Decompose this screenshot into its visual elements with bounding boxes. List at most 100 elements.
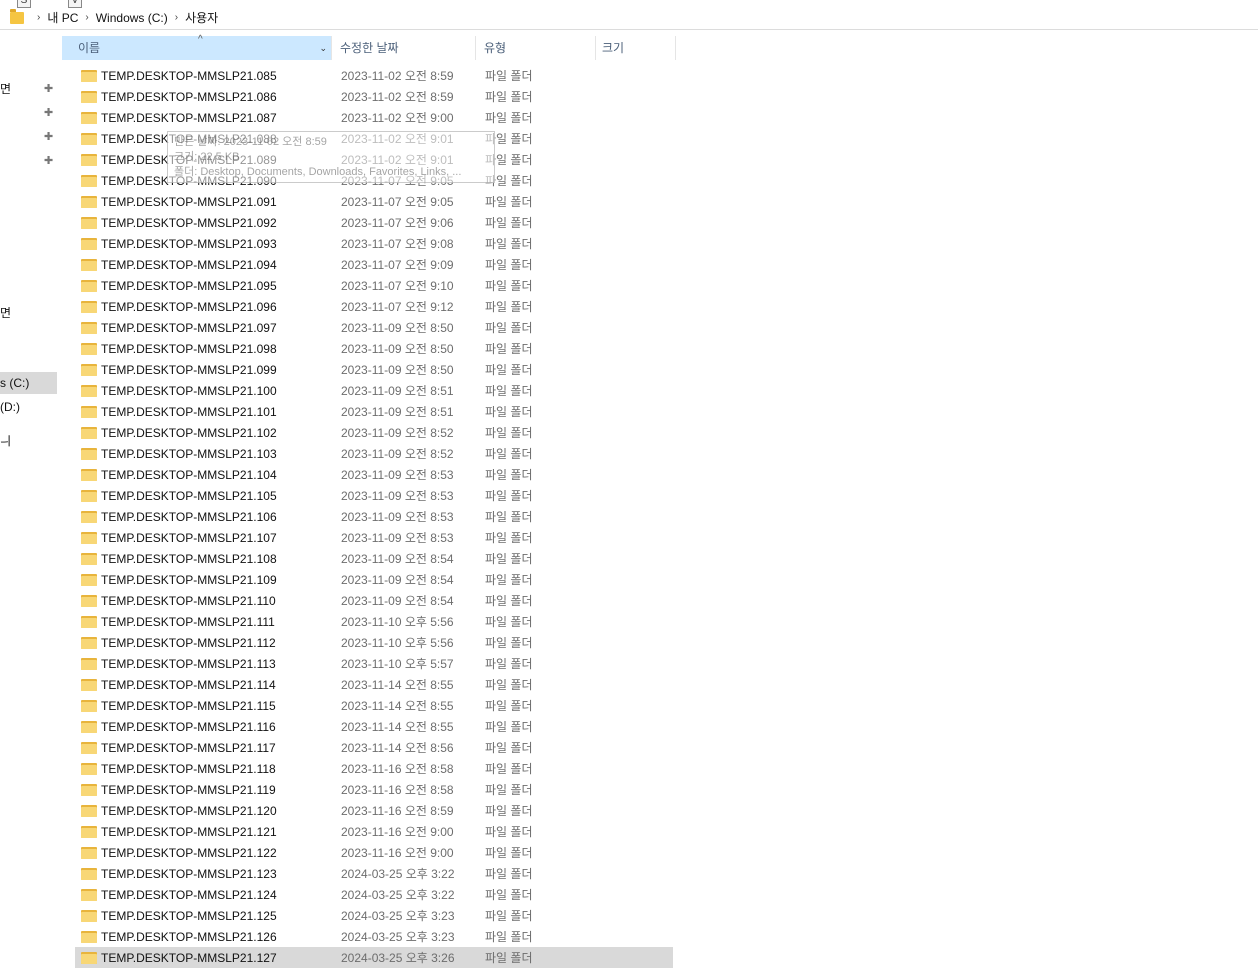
table-row[interactable]: TEMP.DESKTOP-MMSLP21.105 2023-11-09 오전 8:… bbox=[75, 485, 675, 506]
table-row[interactable]: TEMP.DESKTOP-MMSLP21.100 2023-11-09 오전 8:… bbox=[75, 380, 675, 401]
column-header-name[interactable]: ^ 이름 ⌄ bbox=[62, 34, 332, 60]
nav-item-drive-d[interactable]: (D:) bbox=[0, 400, 20, 414]
table-row[interactable]: TEMP.DESKTOP-MMSLP21.086 2023-11-02 오전 8:… bbox=[75, 86, 675, 107]
table-row[interactable]: TEMP.DESKTOP-MMSLP21.103 2023-11-09 오전 8:… bbox=[75, 443, 675, 464]
table-row[interactable]: TEMP.DESKTOP-MMSLP21.101 2023-11-09 오전 8:… bbox=[75, 401, 675, 422]
address-bar[interactable]: › 내 PC › Windows (C:) › 사용자 bbox=[0, 6, 1258, 30]
table-row[interactable]: TEMP.DESKTOP-MMSLP21.094 2023-11-07 오전 9:… bbox=[75, 254, 675, 275]
table-row[interactable]: TEMP.DESKTOP-MMSLP21.117 2023-11-14 오전 8:… bbox=[75, 737, 675, 758]
table-row[interactable]: TEMP.DESKTOP-MMSLP21.097 2023-11-09 오전 8:… bbox=[75, 317, 675, 338]
chevron-right-icon[interactable]: › bbox=[85, 12, 88, 23]
folder-icon bbox=[81, 573, 97, 586]
folder-icon bbox=[81, 258, 97, 271]
table-row[interactable]: TEMP.DESKTOP-MMSLP21.123 2024-03-25 오후 3:… bbox=[75, 863, 675, 884]
table-row[interactable]: TEMP.DESKTOP-MMSLP21.087 2023-11-02 오전 9:… bbox=[75, 107, 675, 128]
column-header-type[interactable]: 유형 bbox=[476, 36, 596, 60]
file-date: 2023-11-09 오전 8:54 bbox=[341, 594, 454, 608]
column-header-date[interactable]: 수정한 날짜 bbox=[332, 36, 476, 60]
file-name: TEMP.DESKTOP-MMSLP21.121 bbox=[101, 824, 277, 839]
table-row[interactable]: TEMP.DESKTOP-MMSLP21.114 2023-11-14 오전 8:… bbox=[75, 674, 675, 695]
file-date: 2023-11-07 오전 9:12 bbox=[341, 300, 454, 314]
folder-icon bbox=[81, 552, 97, 565]
file-type: 파일 폴더 bbox=[485, 636, 533, 650]
file-name: TEMP.DESKTOP-MMSLP21.085 bbox=[101, 68, 277, 83]
table-row[interactable]: TEMP.DESKTOP-MMSLP21.116 2023-11-14 오전 8:… bbox=[75, 716, 675, 737]
table-row[interactable]: TEMP.DESKTOP-MMSLP21.093 2023-11-07 오전 9:… bbox=[75, 233, 675, 254]
pin-icon[interactable]: ✚ bbox=[44, 106, 53, 119]
nav-item-network[interactable]: ㅢ bbox=[0, 432, 11, 449]
table-row[interactable]: TEMP.DESKTOP-MMSLP21.085 2023-11-02 오전 8:… bbox=[75, 65, 675, 86]
breadcrumb-users[interactable]: 사용자 bbox=[185, 9, 218, 26]
table-row[interactable]: TEMP.DESKTOP-MMSLP21.127 2024-03-25 오후 3:… bbox=[75, 947, 673, 968]
chevron-right-icon[interactable]: › bbox=[37, 12, 40, 23]
file-type: 파일 폴더 bbox=[485, 867, 533, 881]
column-type-label: 유형 bbox=[484, 41, 507, 55]
pin-icon[interactable]: ✚ bbox=[44, 130, 53, 143]
table-row[interactable]: TEMP.DESKTOP-MMSLP21.092 2023-11-07 오전 9:… bbox=[75, 212, 675, 233]
folder-icon bbox=[81, 216, 97, 229]
table-row[interactable]: TEMP.DESKTOP-MMSLP21.096 2023-11-07 오전 9:… bbox=[75, 296, 675, 317]
file-name: TEMP.DESKTOP-MMSLP21.124 bbox=[101, 887, 277, 902]
table-row[interactable]: TEMP.DESKTOP-MMSLP21.119 2023-11-16 오전 8:… bbox=[75, 779, 675, 800]
table-row[interactable]: TEMP.DESKTOP-MMSLP21.104 2023-11-09 오전 8:… bbox=[75, 464, 675, 485]
table-row[interactable]: TEMP.DESKTOP-MMSLP21.115 2023-11-14 오전 8:… bbox=[75, 695, 675, 716]
file-date: 2023-11-09 오전 8:54 bbox=[341, 573, 454, 587]
folder-icon bbox=[81, 468, 97, 481]
table-row[interactable]: TEMP.DESKTOP-MMSLP21.113 2023-11-10 오후 5:… bbox=[75, 653, 675, 674]
folder-icon bbox=[81, 846, 97, 859]
table-row[interactable]: TEMP.DESKTOP-MMSLP21.095 2023-11-07 오전 9:… bbox=[75, 275, 675, 296]
nav-item-quick-1[interactable]: 면 bbox=[0, 80, 11, 97]
chevron-right-icon[interactable]: › bbox=[175, 12, 178, 23]
file-name: TEMP.DESKTOP-MMSLP21.119 bbox=[101, 782, 276, 797]
file-name: TEMP.DESKTOP-MMSLP21.108 bbox=[101, 551, 277, 566]
folder-icon bbox=[81, 699, 97, 712]
file-type: 파일 폴더 bbox=[485, 762, 533, 776]
file-date: 2023-11-16 오전 9:00 bbox=[341, 825, 454, 839]
folder-icon bbox=[81, 930, 97, 943]
file-date: 2023-11-14 오전 8:56 bbox=[341, 741, 454, 755]
table-row[interactable]: TEMP.DESKTOP-MMSLP21.121 2023-11-16 오전 9:… bbox=[75, 821, 675, 842]
pin-icon[interactable]: ✚ bbox=[44, 154, 53, 167]
table-row[interactable]: TEMP.DESKTOP-MMSLP21.124 2024-03-25 오후 3:… bbox=[75, 884, 675, 905]
folder-icon bbox=[81, 447, 97, 460]
file-type: 파일 폴더 bbox=[485, 405, 533, 419]
file-type: 파일 폴더 bbox=[485, 195, 533, 209]
nav-item-drive-c[interactable]: s (C:) bbox=[0, 372, 57, 394]
file-type: 파일 폴더 bbox=[485, 153, 533, 167]
column-header-size[interactable]: 크기 bbox=[596, 36, 676, 60]
table-row[interactable]: TEMP.DESKTOP-MMSLP21.122 2023-11-16 오전 9:… bbox=[75, 842, 675, 863]
file-name: TEMP.DESKTOP-MMSLP21.115 bbox=[101, 698, 276, 713]
file-name: TEMP.DESKTOP-MMSLP21.087 bbox=[101, 110, 277, 125]
table-row[interactable]: TEMP.DESKTOP-MMSLP21.109 2023-11-09 오전 8:… bbox=[75, 569, 675, 590]
table-row[interactable]: TEMP.DESKTOP-MMSLP21.125 2024-03-25 오후 3:… bbox=[75, 905, 675, 926]
file-date: 2024-03-25 오후 3:26 bbox=[341, 951, 455, 965]
table-row[interactable]: TEMP.DESKTOP-MMSLP21.091 2023-11-07 오전 9:… bbox=[75, 191, 675, 212]
table-row[interactable]: TEMP.DESKTOP-MMSLP21.118 2023-11-16 오전 8:… bbox=[75, 758, 675, 779]
table-row[interactable]: TEMP.DESKTOP-MMSLP21.111 2023-11-10 오후 5:… bbox=[75, 611, 675, 632]
table-row[interactable]: TEMP.DESKTOP-MMSLP21.102 2023-11-09 오전 8:… bbox=[75, 422, 675, 443]
table-row[interactable]: TEMP.DESKTOP-MMSLP21.107 2023-11-09 오전 8:… bbox=[75, 527, 675, 548]
pin-icon[interactable]: ✚ bbox=[44, 82, 53, 95]
folder-icon bbox=[81, 405, 97, 418]
table-row[interactable]: TEMP.DESKTOP-MMSLP21.120 2023-11-16 오전 8:… bbox=[75, 800, 675, 821]
table-row[interactable]: TEMP.DESKTOP-MMSLP21.099 2023-11-09 오전 8:… bbox=[75, 359, 675, 380]
file-date: 2023-11-10 오후 5:57 bbox=[341, 657, 454, 671]
file-date: 2023-11-09 오전 8:51 bbox=[341, 384, 454, 398]
breadcrumb-this-pc[interactable]: 내 PC bbox=[47, 9, 78, 26]
table-row[interactable]: TEMP.DESKTOP-MMSLP21.112 2023-11-10 오후 5:… bbox=[75, 632, 675, 653]
table-row[interactable]: TEMP.DESKTOP-MMSLP21.106 2023-11-09 오전 8:… bbox=[75, 506, 675, 527]
table-row[interactable]: TEMP.DESKTOP-MMSLP21.098 2023-11-09 오전 8:… bbox=[75, 338, 675, 359]
nav-item-quick-5[interactable]: 면 bbox=[0, 304, 11, 321]
column-date-label: 수정한 날짜 bbox=[340, 41, 399, 55]
folder-icon bbox=[81, 720, 97, 733]
table-row[interactable]: TEMP.DESKTOP-MMSLP21.110 2023-11-09 오전 8:… bbox=[75, 590, 675, 611]
table-row[interactable]: TEMP.DESKTOP-MMSLP21.108 2023-11-09 오전 8:… bbox=[75, 548, 675, 569]
folder-icon bbox=[81, 111, 97, 124]
folder-icon bbox=[81, 657, 97, 670]
file-date: 2023-11-14 오전 8:55 bbox=[341, 720, 454, 734]
table-row[interactable]: TEMP.DESKTOP-MMSLP21.126 2024-03-25 오후 3:… bbox=[75, 926, 675, 947]
folder-icon bbox=[81, 237, 97, 250]
file-date: 2023-11-16 오전 8:58 bbox=[341, 762, 454, 776]
chevron-down-icon[interactable]: ⌄ bbox=[319, 36, 327, 60]
breadcrumb-drive-c[interactable]: Windows (C:) bbox=[96, 11, 168, 25]
